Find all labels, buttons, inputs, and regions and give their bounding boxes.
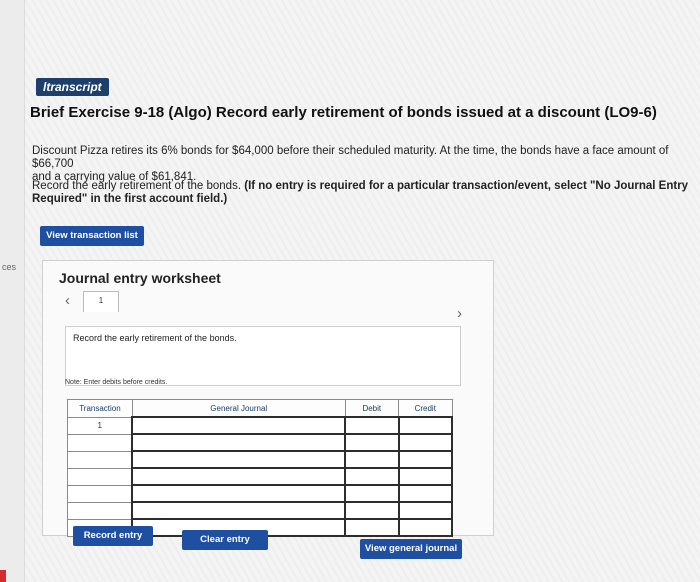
left-red-marker (0, 570, 6, 582)
page-number: 1 (98, 296, 104, 305)
left-strip-label: ces (2, 262, 17, 272)
credit-field[interactable] (397, 433, 454, 452)
header-credit: Credit (398, 399, 453, 418)
debits-note: Note: Enter debits before credits. (65, 379, 168, 386)
journal-entry-worksheet: Journal entry worksheet ‹ 1 › Record the… (42, 260, 494, 537)
table-row (67, 450, 454, 469)
debit-field[interactable] (344, 467, 400, 486)
page-tab-1[interactable]: 1 (83, 291, 119, 312)
debit-field[interactable] (344, 433, 400, 452)
page-title: Brief Exercise 9-18 (Algo) Record early … (30, 104, 657, 121)
account-field[interactable] (131, 467, 347, 486)
table-row (67, 433, 454, 452)
problem-paragraph-2: Record the early retirement of the bonds… (32, 180, 697, 206)
debit-field[interactable] (344, 501, 400, 520)
credit-field[interactable] (397, 518, 454, 537)
transaction-cell (67, 501, 133, 520)
header-debit: Debit (344, 399, 400, 418)
header-transaction: Transaction (67, 399, 133, 418)
credit-field[interactable] (397, 467, 454, 486)
chevron-right-icon[interactable]: › (457, 305, 462, 322)
problem-instruction-text: Record the early retirement of the bonds… (32, 180, 245, 192)
transaction-cell (67, 433, 133, 452)
worksheet-instruction: Record the early retirement of the bonds… (73, 333, 237, 343)
table-row (67, 501, 454, 520)
account-field[interactable] (131, 433, 347, 452)
table-row (67, 467, 454, 486)
account-field[interactable] (131, 450, 347, 469)
transaction-cell (67, 467, 133, 486)
debit-field[interactable] (344, 518, 400, 537)
chevron-left-icon[interactable]: ‹ (65, 292, 70, 309)
left-sidebar-strip: ces (0, 0, 25, 582)
record-entry-button[interactable]: Record entry (73, 526, 153, 546)
credit-field[interactable] (397, 416, 454, 435)
problem-paragraph-1: Discount Pizza retires its 6% bonds for … (32, 145, 697, 184)
account-field[interactable] (131, 501, 347, 520)
clear-entry-button[interactable]: Clear entry (182, 530, 268, 550)
instruction-box: Record the early retirement of the bonds… (65, 326, 461, 386)
header-general-journal: General Journal (131, 399, 346, 418)
credit-field[interactable] (397, 484, 454, 503)
credit-field[interactable] (397, 501, 454, 520)
table-row (67, 484, 454, 503)
transcript-tag: ltranscript (36, 78, 109, 96)
debit-field[interactable] (344, 416, 400, 435)
view-general-journal-button[interactable]: View general journal (360, 539, 462, 559)
transaction-cell: 1 (67, 416, 133, 435)
credit-field[interactable] (397, 450, 454, 469)
view-transaction-list-button[interactable]: View transaction list (40, 226, 144, 246)
journal-table: Transaction General Journal Debit Credit… (67, 399, 454, 537)
transaction-cell (67, 484, 133, 503)
account-field[interactable] (131, 416, 347, 435)
debit-field[interactable] (344, 484, 400, 503)
problem-paragraph-1-line-1: Discount Pizza retires its 6% bonds for … (32, 145, 669, 170)
worksheet-title: Journal entry worksheet (59, 270, 221, 286)
debit-field[interactable] (344, 450, 400, 469)
table-row: 1 (67, 416, 454, 435)
account-field[interactable] (131, 484, 347, 503)
transaction-cell (67, 450, 133, 469)
